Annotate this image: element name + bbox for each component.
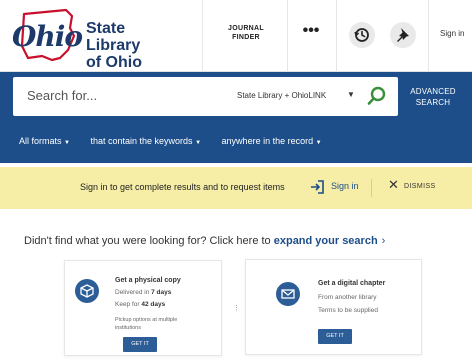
expand-search-link[interactable]: expand your search bbox=[274, 235, 378, 247]
digital-chapter-card: Get a digital chapter From another libra… bbox=[245, 259, 422, 355]
header-divider bbox=[336, 0, 337, 72]
pickup-options: Pickup options at multiple institutions bbox=[115, 317, 178, 331]
get-physical-copy-button[interactable]: GET IT bbox=[123, 337, 157, 352]
header-divider bbox=[202, 0, 203, 72]
keywords-filter-label: that contain the keywords bbox=[90, 136, 193, 146]
caret-down-icon: ▼ bbox=[315, 140, 322, 146]
notice-text: Sign in to get complete results and to r… bbox=[80, 182, 285, 192]
library-title-line2: of Ohio bbox=[86, 54, 142, 71]
caret-down-icon[interactable]: ▼ bbox=[347, 90, 355, 99]
library-title: State Library of Ohio bbox=[86, 20, 182, 71]
header-divider bbox=[428, 0, 429, 72]
history-icon bbox=[354, 28, 369, 42]
loan-label: Keep for bbox=[115, 301, 142, 308]
physical-copy-card: Get a physical copy Delivered in 7 days … bbox=[64, 260, 222, 356]
card-divider: ⋮ bbox=[233, 305, 240, 312]
search-filters: All formats ▼ that contain the keywords … bbox=[19, 136, 340, 146]
pinned-button[interactable] bbox=[390, 22, 416, 48]
record-filter-label: anywhere in the record bbox=[221, 136, 314, 146]
notice-divider bbox=[371, 179, 372, 197]
library-logo[interactable]: Ohio State Library of Ohio bbox=[6, 6, 182, 71]
search-scope-select[interactable]: State Library + OhioLINK bbox=[237, 91, 326, 100]
delivery-days: 7 days bbox=[151, 289, 172, 296]
loan-period: Keep for 42 days bbox=[115, 301, 165, 308]
dismiss-button[interactable]: DISMISS bbox=[404, 183, 436, 190]
get-digital-chapter-button[interactable]: GET IT bbox=[318, 329, 352, 344]
journal-finder-link[interactable]: JOURNAL FINDER bbox=[214, 24, 278, 42]
header-divider bbox=[287, 0, 288, 72]
expand-prefix: Didn't find what you were looking for? C… bbox=[24, 235, 274, 247]
format-filter-label: All formats bbox=[19, 136, 62, 146]
more-menu-button[interactable]: ••• bbox=[296, 22, 326, 40]
record-filter[interactable]: anywhere in the record ▼ bbox=[222, 136, 322, 146]
search-input[interactable] bbox=[27, 88, 207, 103]
box-icon bbox=[75, 279, 99, 303]
envelope-icon bbox=[276, 282, 300, 306]
chevron-right-icon[interactable]: › bbox=[382, 235, 386, 247]
top-header: Ohio State Library of Ohio JOURNAL FINDE… bbox=[0, 0, 472, 72]
delivery-label: Delivered in bbox=[115, 289, 152, 296]
history-button[interactable] bbox=[349, 22, 375, 48]
caret-down-icon: ▼ bbox=[195, 140, 202, 146]
card-title: Get a digital chapter bbox=[318, 280, 386, 287]
notice-sign-in-link[interactable]: Sign in bbox=[331, 181, 359, 191]
digital-source: From another library bbox=[318, 294, 377, 301]
sign-in-notice: Sign in to get complete results and to r… bbox=[0, 167, 472, 209]
search-box: State Library + OhioLINK ▼ bbox=[13, 77, 398, 116]
loan-days: 42 days bbox=[141, 301, 166, 308]
library-title-line1: State Library bbox=[86, 20, 141, 54]
keywords-filter[interactable]: that contain the keywords ▼ bbox=[91, 136, 202, 146]
format-filter[interactable]: All formats ▼ bbox=[19, 136, 70, 146]
sign-in-icon[interactable] bbox=[310, 179, 326, 195]
digital-terms: Terms to be supplied bbox=[318, 307, 378, 314]
advanced-search-link[interactable]: ADVANCED SEARCH bbox=[403, 86, 463, 108]
header-sign-in-link[interactable]: Sign in bbox=[440, 29, 464, 38]
pin-icon bbox=[397, 28, 409, 42]
logo-script: Ohio bbox=[12, 20, 83, 53]
expand-search-line: Didn't find what you were looking for? C… bbox=[24, 235, 385, 247]
search-go-icon[interactable] bbox=[366, 85, 388, 107]
caret-down-icon: ▼ bbox=[64, 140, 70, 146]
card-title: Get a physical copy bbox=[115, 277, 181, 284]
close-icon[interactable]: ✕ bbox=[388, 177, 399, 193]
delivery-time: Delivered in 7 days bbox=[115, 289, 171, 296]
